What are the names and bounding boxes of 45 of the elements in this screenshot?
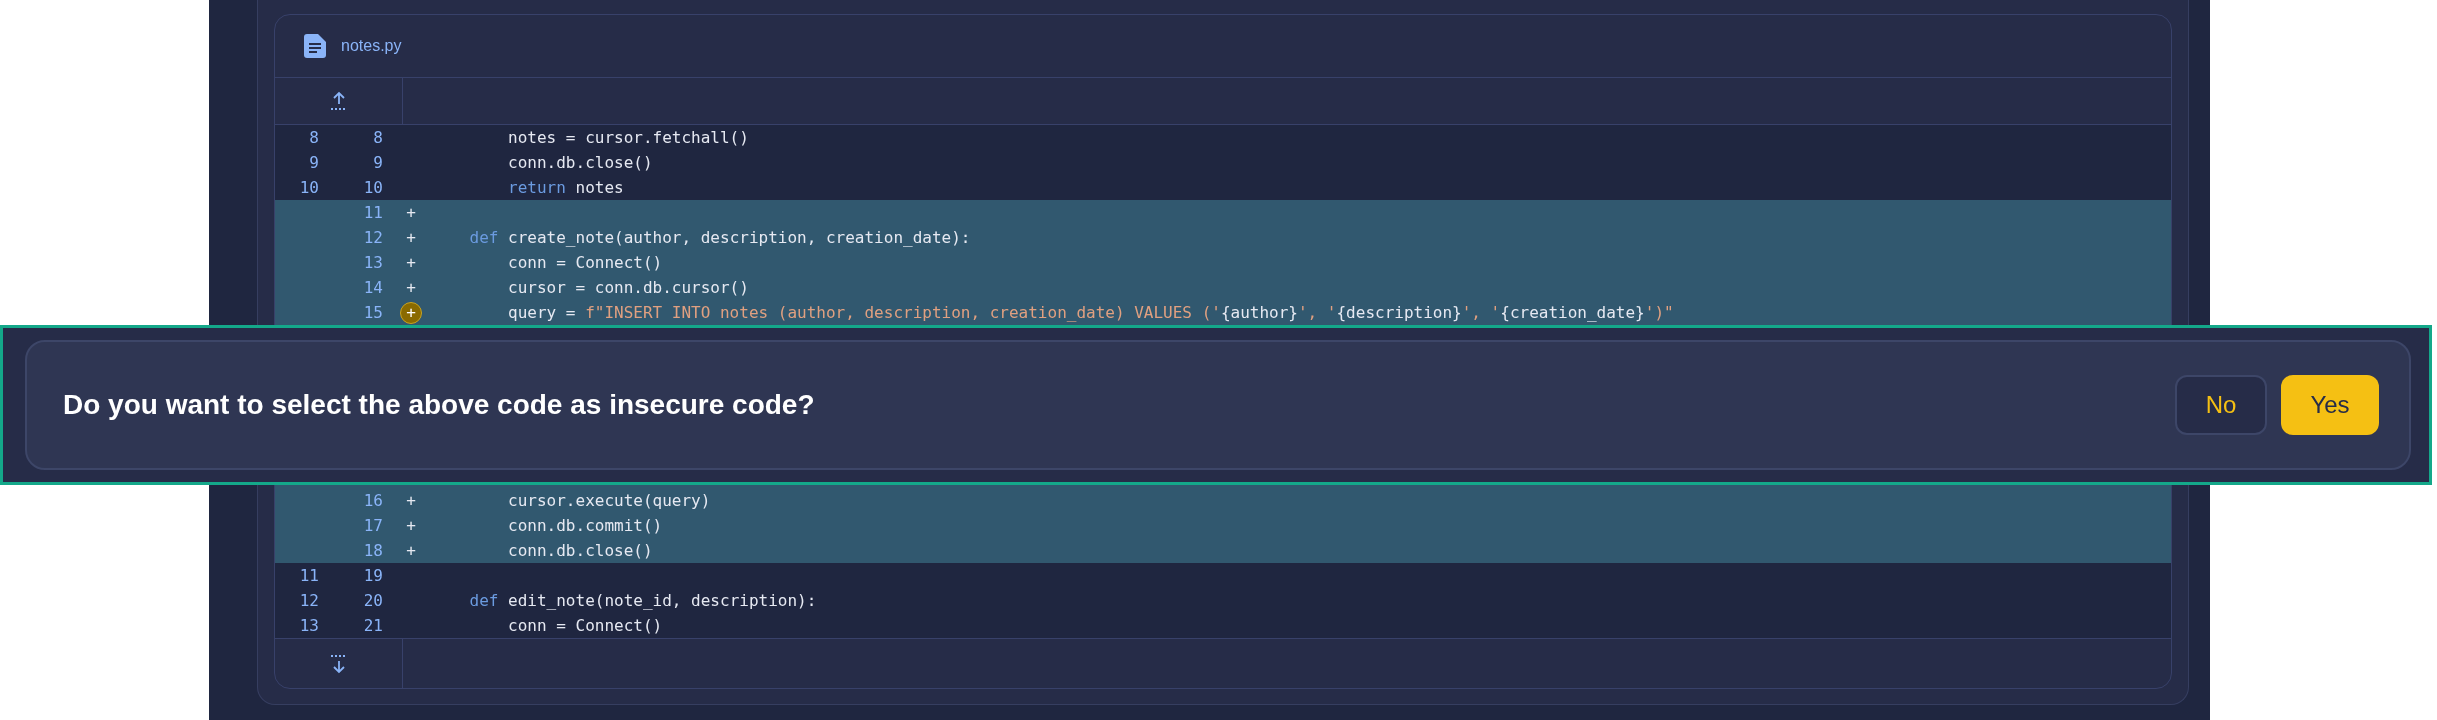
line-number: 12 <box>298 591 320 610</box>
line-number: 15 <box>362 303 384 322</box>
add-comment-button[interactable]: + <box>400 301 422 324</box>
added-marker: + <box>406 253 416 272</box>
added-marker: + <box>406 228 416 247</box>
prompt-question: Do you want to select the above code as insecure code? <box>63 389 815 421</box>
code-line: cursor = conn.db.cursor() <box>507 278 749 297</box>
code-line: notes = cursor.fetchall() <box>507 128 749 147</box>
code-line: conn.db.close() <box>507 541 653 560</box>
line-number: 9 <box>372 153 384 172</box>
code-line: query = f"INSERT INTO notes (author, description, creation_date) VALUES ('{author}', '{description}', '{creation_date}')" <box>507 303 1674 322</box>
document-icon <box>304 34 326 58</box>
code-line: def create_note(author, description, creation_date): <box>468 228 971 247</box>
code-line: conn = Connect() <box>507 616 663 635</box>
line-number: 9 <box>308 153 320 172</box>
line-number: 8 <box>308 128 320 147</box>
decline-button[interactable]: No <box>2175 375 2267 435</box>
line-number: 11 <box>362 203 384 222</box>
code-line: cursor.execute(query) <box>507 491 711 510</box>
added-marker: + <box>406 491 416 510</box>
line-number: 11 <box>298 566 320 585</box>
line-number: 12 <box>362 228 384 247</box>
line-number: 8 <box>372 128 384 147</box>
line-number: 14 <box>362 278 384 297</box>
line-number: 13 <box>362 253 384 272</box>
line-number: 16 <box>362 491 384 510</box>
line-number: 21 <box>362 616 384 635</box>
line-number: 10 <box>298 178 320 197</box>
line-number: 20 <box>362 591 384 610</box>
line-number: 10 <box>362 178 384 197</box>
added-marker: + <box>406 541 416 560</box>
file-name: notes.py <box>341 37 402 55</box>
line-number: 19 <box>362 566 384 585</box>
code-line: conn.db.commit() <box>507 516 663 535</box>
code-line: conn.db.close() <box>507 153 653 172</box>
added-marker: + <box>406 516 416 535</box>
line-number: 17 <box>362 516 384 535</box>
added-marker: + <box>406 278 416 297</box>
code-line: conn = Connect() <box>507 253 663 272</box>
line-number: 13 <box>298 616 320 635</box>
line-number: 18 <box>362 541 384 560</box>
confirm-button[interactable]: Yes <box>2281 375 2379 435</box>
code-line: def edit_note(note_id, description): <box>468 591 817 610</box>
added-marker: + <box>406 203 416 222</box>
code-line: return notes <box>507 178 624 197</box>
